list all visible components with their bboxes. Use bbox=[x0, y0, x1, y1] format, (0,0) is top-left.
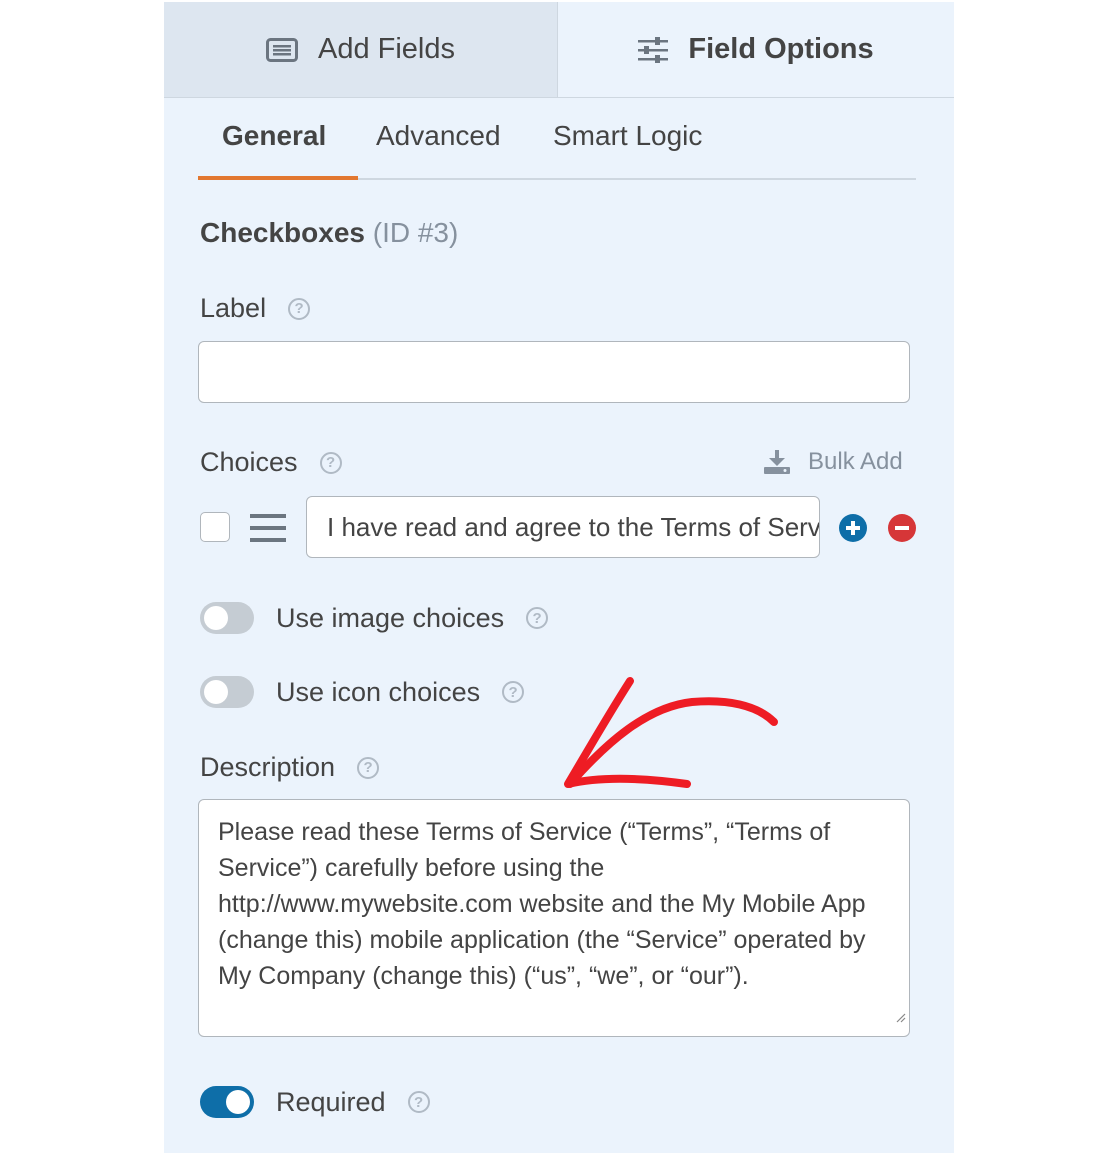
help-icon[interactable]: ? bbox=[502, 681, 525, 703]
help-icon[interactable]: ? bbox=[357, 756, 380, 779]
drag-handle-icon[interactable] bbox=[250, 514, 286, 547]
help-icon[interactable]: ? bbox=[288, 297, 311, 320]
required-row: Required ? bbox=[200, 1086, 430, 1118]
tab-field-options[interactable]: Field Options bbox=[558, 2, 954, 97]
help-icon[interactable]: ? bbox=[526, 607, 549, 629]
add-choice-icon[interactable] bbox=[839, 514, 867, 547]
description-textarea[interactable]: Please read these Terms of Service (“Ter… bbox=[198, 799, 910, 1037]
panel-top-tabs: Add Fields Field Options bbox=[164, 2, 954, 98]
field-id: (ID #3) bbox=[372, 217, 459, 248]
choice-text-input[interactable]: I have read and agree to the Terms of Se… bbox=[306, 496, 820, 558]
required-label: Required bbox=[276, 1086, 386, 1117]
icon-choices-toggle[interactable] bbox=[200, 676, 254, 708]
choice-row: I have read and agree to the Terms of Se… bbox=[200, 496, 920, 560]
tab-general[interactable]: General bbox=[222, 120, 326, 152]
icon-choices-label: Use icon choices bbox=[276, 676, 481, 707]
choices-heading: Choices bbox=[200, 447, 298, 477]
tab-advanced[interactable]: Advanced bbox=[376, 120, 501, 152]
icon-choices-row: Use icon choices ? bbox=[200, 676, 525, 708]
download-icon bbox=[764, 450, 790, 474]
label-heading: Label bbox=[200, 293, 267, 323]
field-options-panel: Add Fields Field Options General Advance… bbox=[164, 2, 954, 1153]
tab-add-fields-label: Add Fields bbox=[317, 33, 455, 65]
label-field-label: Label ? bbox=[200, 293, 311, 324]
description-label: Description ? bbox=[200, 752, 380, 783]
image-choices-toggle[interactable] bbox=[200, 602, 254, 634]
tab-field-options-label: Field Options bbox=[688, 33, 874, 65]
remove-choice-icon[interactable] bbox=[888, 514, 916, 547]
help-icon[interactable]: ? bbox=[319, 451, 342, 474]
description-text: Please read these Terms of Service (“Ter… bbox=[218, 818, 866, 990]
description-heading: Description bbox=[200, 752, 336, 782]
required-toggle[interactable] bbox=[200, 1086, 254, 1118]
choice-default-checkbox[interactable] bbox=[200, 512, 230, 542]
image-choices-label: Use image choices bbox=[276, 602, 505, 633]
resize-grip-icon[interactable] bbox=[896, 997, 906, 1033]
bulk-add-label: Bulk Add bbox=[808, 448, 903, 475]
image-choices-row: Use image choices ? bbox=[200, 602, 549, 634]
annotation-arrow-icon bbox=[552, 672, 792, 807]
help-icon[interactable]: ? bbox=[407, 1091, 430, 1113]
tab-smart-logic[interactable]: Smart Logic bbox=[553, 120, 702, 152]
label-input[interactable] bbox=[198, 341, 910, 403]
tab-add-fields[interactable]: Add Fields bbox=[164, 2, 558, 97]
field-type-name: Checkboxes bbox=[200, 217, 365, 248]
list-icon bbox=[265, 37, 298, 62]
choices-label: Choices ? bbox=[200, 447, 342, 478]
active-tab-indicator bbox=[198, 176, 358, 180]
sliders-icon bbox=[638, 36, 669, 63]
field-title: Checkboxes (ID #3) bbox=[200, 217, 458, 249]
options-sub-tabs: General Advanced Smart Logic bbox=[198, 98, 916, 180]
bulk-add-button[interactable]: Bulk Add bbox=[764, 448, 903, 476]
